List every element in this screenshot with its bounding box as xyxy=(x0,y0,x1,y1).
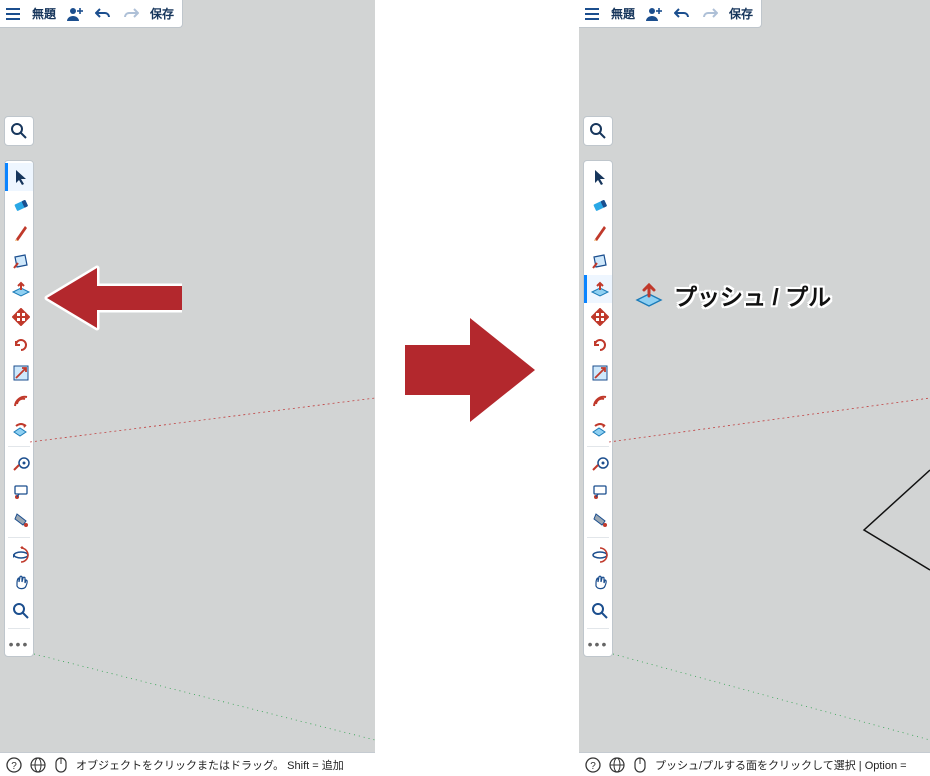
pushpull-icon xyxy=(634,282,664,308)
svg-text:?: ? xyxy=(11,761,17,772)
globe-icon[interactable] xyxy=(609,757,625,773)
mouse-icon xyxy=(54,757,68,773)
status-text: オブジェクトをクリックまたはドラッグ。 Shift = 追加 xyxy=(76,757,344,773)
annotation-arrow-left-icon xyxy=(42,263,182,333)
globe-icon[interactable] xyxy=(30,757,46,773)
canvas-ground xyxy=(579,0,930,776)
svg-text:?: ? xyxy=(590,761,596,772)
status-bar: ? プッシュ/プルする面をクリックして選択 | Option = xyxy=(579,752,930,776)
help-icon[interactable]: ? xyxy=(6,757,22,773)
tool-tooltip-label: プッシュ / プル xyxy=(674,278,831,312)
transition-arrow-icon xyxy=(400,310,540,430)
tool-tooltip: プッシュ / プル xyxy=(634,278,831,312)
canvas-ground xyxy=(0,0,375,776)
app-panel-before: 無題 保存 xyxy=(0,0,375,776)
status-text: プッシュ/プルする面をクリックして選択 | Option = xyxy=(655,757,907,773)
app-panel-after: 無題 保存 xyxy=(579,0,930,776)
mouse-icon xyxy=(633,757,647,773)
help-icon[interactable]: ? xyxy=(585,757,601,773)
status-bar: ? オブジェクトをクリックまたはドラッグ。 Shift = 追加 xyxy=(0,752,375,776)
